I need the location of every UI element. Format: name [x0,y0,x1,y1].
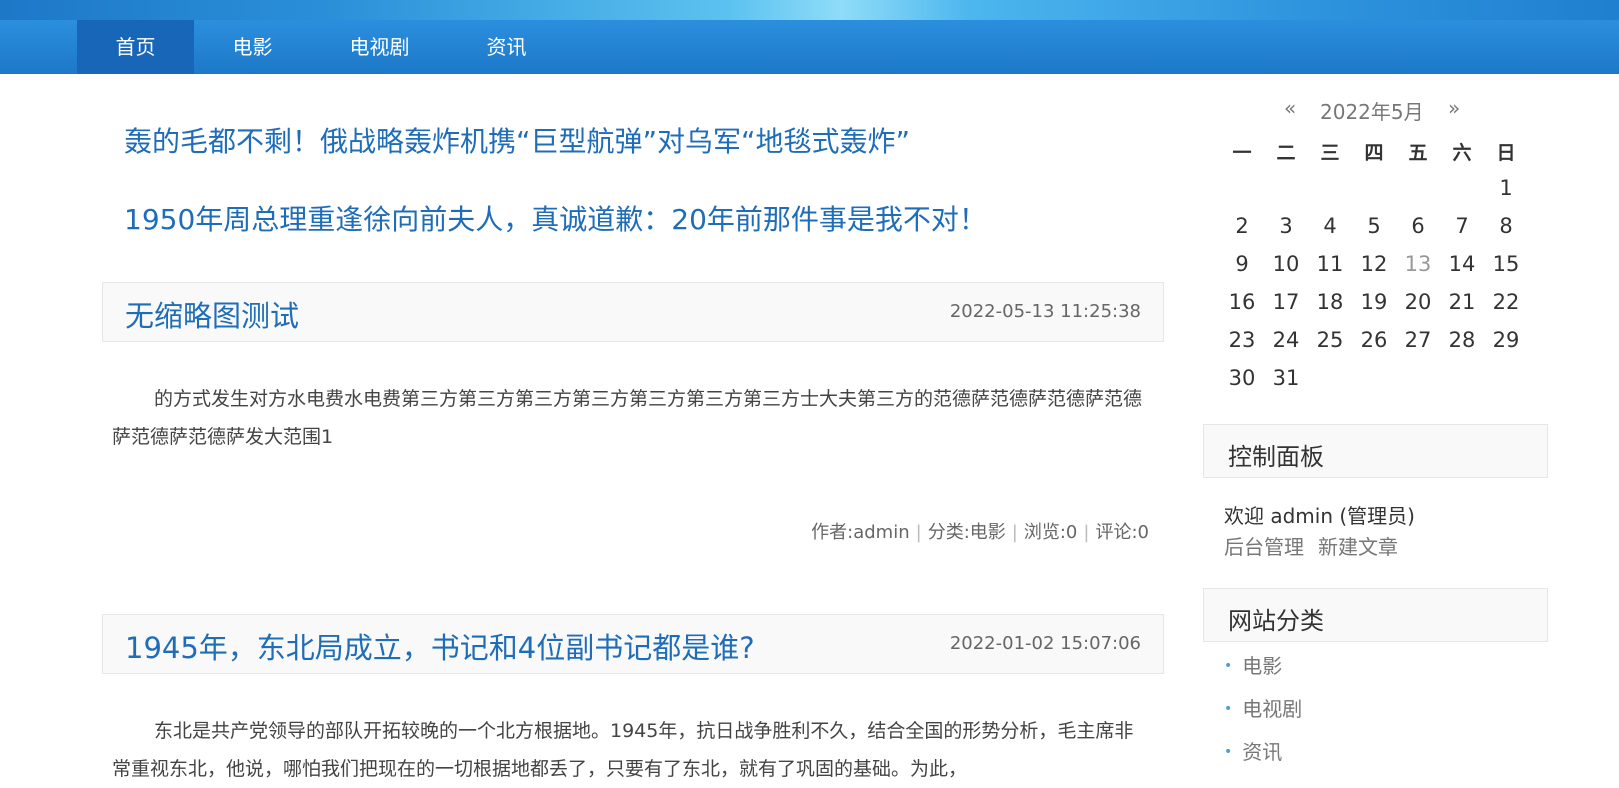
calendar-day[interactable]: 8 [1484,214,1528,238]
categories-header: 网站分类 [1203,588,1548,642]
calendar-weekdays: 一二三四五六日 [1222,138,1522,168]
bullet-icon: • [1224,744,1233,760]
calendar-day[interactable]: 18 [1308,290,1352,314]
welcome-text: 欢迎 admin (管理员) [1224,504,1415,528]
post-title[interactable]: 1945年，东北局成立，书记和4位副书记都是谁? [125,625,755,667]
meta-divider: | [1011,522,1018,543]
calendar-prev-button[interactable]: « [1284,96,1296,120]
meta-divider: | [1083,522,1090,543]
category-link-movies[interactable]: • 电影 [1224,650,1282,679]
calendar-day[interactable]: 2 [1220,214,1264,238]
headline-link-2[interactable]: 1950年周总理重逢徐向前夫人，真诚道歉：20年前那件事是我不对！ [124,198,987,238]
admin-links: 后台管理 新建文章 [1224,531,1412,560]
control-panel-title: 控制面板 [1228,443,1324,471]
category-label: 电影 [1242,654,1283,678]
calendar-month-label: 2022年5月 [1320,100,1424,124]
calendar-day[interactable]: 21 [1440,290,1484,314]
calendar-day[interactable]: 14 [1440,252,1484,276]
calendar-day[interactable]: 3 [1264,214,1308,238]
category-link-tv[interactable]: • 电视剧 [1224,693,1302,722]
top-banner-strip [0,0,1619,22]
calendar-weekday: 五 [1408,142,1428,164]
new-post-link[interactable]: 新建文章 [1318,535,1398,559]
category-label: 电视剧 [1242,697,1303,721]
calendar-weekday: 六 [1452,142,1472,164]
post-header: 1945年，东北局成立，书记和4位副书记都是谁? 2022-01-02 15:0… [102,614,1164,674]
category-link-news[interactable]: • 资讯 [1224,736,1282,765]
calendar-day[interactable]: 17 [1264,290,1308,314]
control-panel-header: 控制面板 [1203,424,1548,478]
bullet-icon: • [1224,658,1233,674]
calendar-day[interactable]: 5 [1352,214,1396,238]
calendar-day[interactable]: 25 [1308,328,1352,352]
headline-link-1[interactable]: 轰的毛都不剩！俄战略轰炸机携“巨型航弹”对乌军“地毯式轰炸” [124,120,910,160]
calendar-day[interactable]: 16 [1220,290,1264,314]
category-label: 资讯 [1242,740,1283,764]
content-area: 轰的毛都不剩！俄战略轰炸机携“巨型航弹”对乌军“地毯式轰炸” 1950年周总理重… [0,74,1619,782]
post-comments[interactable]: 评论:0 [1095,522,1149,543]
bullet-icon: • [1224,701,1233,717]
calendar-day[interactable]: 29 [1484,328,1528,352]
calendar-nav: « 2022年5月 » [1222,96,1522,126]
main-nav: 首页 电影 电视剧 资讯 [0,20,1619,74]
calendar-next-button[interactable]: » [1448,96,1460,120]
post-excerpt: 的方式发生对方水电费水电费第三方第三方第三方第三方第三方第三方第三方士大夫第三方… [112,388,1143,448]
calendar-day[interactable]: 26 [1352,328,1396,352]
calendar-day[interactable]: 4 [1308,214,1352,238]
calendar-day[interactable]: 7 [1440,214,1484,238]
nav-tv-series[interactable]: 电视剧 [316,20,443,74]
calendar-weekday: 二 [1276,142,1296,164]
post-date: 2022-01-02 15:07:06 [949,633,1141,654]
calendar-day[interactable]: 12 [1352,252,1396,276]
post-excerpt: 东北是共产党领导的部队开拓较晚的一个北方根据地。1945年，抗日战争胜利不久，结… [112,720,1134,780]
post-meta: 作者:admin | 分类:电影 | 浏览:0 | 评论:0 [811,518,1149,544]
post-header: 无缩略图测试 2022-05-13 11:25:38 [102,282,1164,342]
calendar-day[interactable]: 9 [1220,252,1264,276]
post-views: 浏览:0 [1023,522,1078,543]
calendar-day[interactable]: 11 [1308,252,1352,276]
post-date: 2022-05-13 11:25:38 [949,301,1141,322]
calendar-day[interactable]: 6 [1396,214,1440,238]
post-title[interactable]: 无缩略图测试 [125,293,299,335]
calendar-day[interactable]: 23 [1220,328,1264,352]
calendar-weekday: 三 [1320,142,1340,164]
categories-title: 网站分类 [1228,607,1324,635]
calendar-day[interactable]: 31 [1264,366,1308,390]
calendar-day[interactable]: 24 [1264,328,1308,352]
calendar-day[interactable]: 19 [1352,290,1396,314]
admin-dashboard-link[interactable]: 后台管理 [1224,535,1304,559]
nav-home[interactable]: 首页 [77,20,194,74]
calendar-day[interactable]: 15 [1484,252,1528,276]
meta-divider: | [915,522,922,543]
calendar-weekday: 四 [1364,142,1384,164]
nav-news[interactable]: 资讯 [448,20,565,74]
calendar-weekday: 一 [1232,142,1252,164]
calendar-day[interactable]: 22 [1484,290,1528,314]
post-author[interactable]: 作者:admin [811,522,909,543]
calendar-day[interactable]: 20 [1396,290,1440,314]
nav-movies[interactable]: 电影 [194,20,311,74]
calendar-weekday: 日 [1496,142,1516,164]
calendar-day[interactable]: 27 [1396,328,1440,352]
post-category[interactable]: 分类:电影 [928,522,1006,543]
calendar-day[interactable]: 28 [1440,328,1484,352]
calendar-day[interactable]: 10 [1264,252,1308,276]
calendar-day[interactable]: 1 [1484,176,1528,200]
calendar-day[interactable]: 30 [1220,366,1264,390]
calendar-day[interactable]: 13 [1396,252,1440,276]
